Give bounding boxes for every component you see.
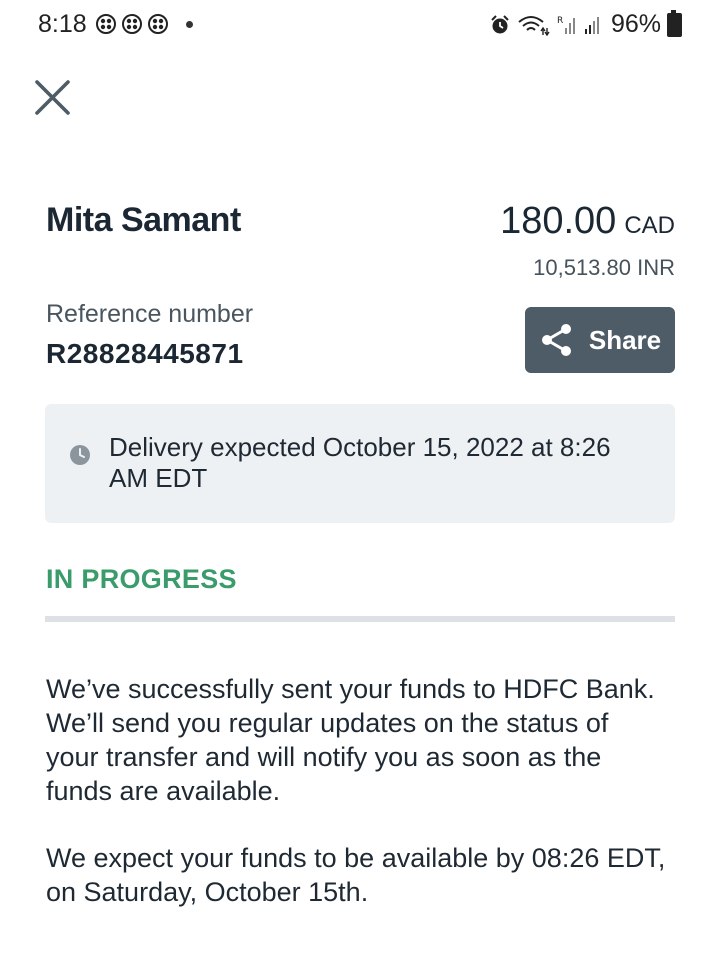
notification-icon: [122, 14, 142, 34]
progress-track: [45, 616, 675, 622]
availability-message: We expect your funds to be available by …: [46, 843, 666, 907]
amount-value: 180.00: [500, 200, 617, 242]
status-message: We’ve successfully sent your funds to HD…: [46, 674, 655, 806]
delivery-info-box: Delivery expected October 15, 2022 at 8:…: [45, 404, 675, 523]
svg-text:R: R: [557, 16, 563, 26]
share-icon: [541, 324, 571, 356]
reference-number: R28828445871: [46, 338, 244, 369]
share-label: Share: [588, 324, 662, 355]
wifi-icon: [518, 15, 550, 36]
close-button[interactable]: [33, 78, 73, 118]
amount-currency: CAD: [624, 212, 675, 239]
reference-label: Reference number: [46, 300, 254, 328]
notification-icon: [148, 14, 168, 34]
battery-icon: [667, 9, 682, 37]
share-button[interactable]: Share: [525, 307, 675, 373]
alarm-icon: [491, 14, 509, 33]
notification-icon: [96, 14, 116, 34]
close-icon: [35, 80, 70, 115]
recipient-name: Mita Samant: [46, 201, 241, 239]
amount-block: 180.00 CAD 10,513.80 INR: [500, 200, 675, 281]
delivery-expected-text: Delivery expected October 15, 2022 at 8:…: [109, 432, 611, 493]
signal-icon: R: [557, 16, 599, 34]
amount-line: 180.00 CAD: [500, 200, 675, 243]
clock-icon: [70, 445, 90, 465]
more-notifications-dot: [186, 20, 193, 28]
notification-icons: [96, 14, 193, 34]
status-right: R 96%: [489, 9, 682, 39]
transfer-status: IN PROGRESS: [46, 564, 237, 594]
status-time: 8:18: [38, 10, 87, 38]
battery-level: 96%: [610, 10, 661, 38]
status-bar: 8:18 R 96%: [0, 0, 720, 52]
converted-amount: 10,513.80 INR: [533, 255, 675, 280]
